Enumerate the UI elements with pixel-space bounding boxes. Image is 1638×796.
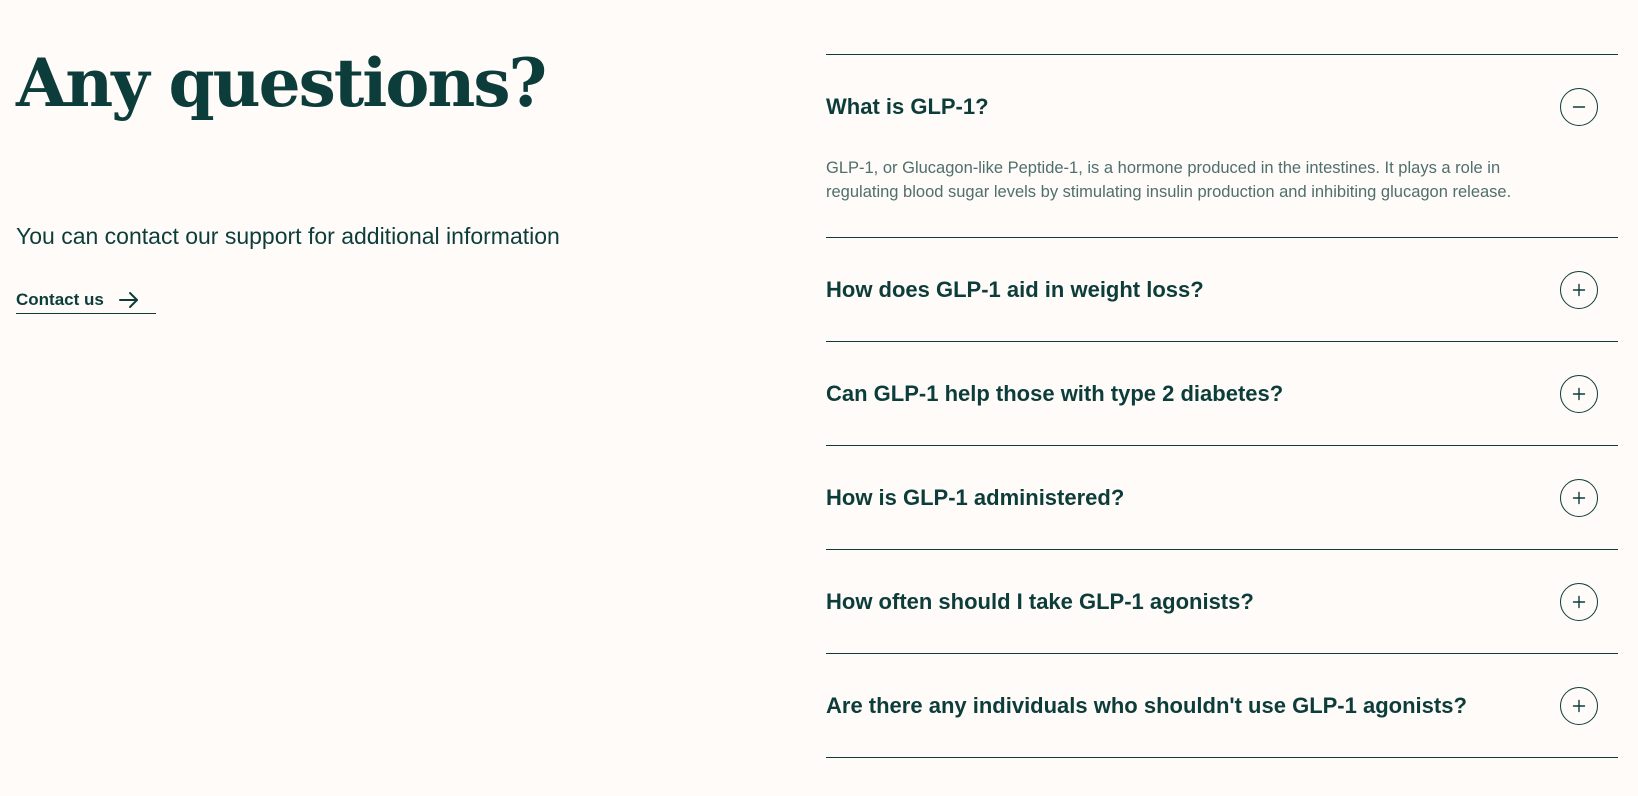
plus-circle-icon[interactable] [1560, 270, 1598, 309]
faq-question: What is GLP-1? [826, 93, 989, 119]
plus-circle-icon[interactable] [1560, 478, 1598, 517]
faq-question: Are there any individuals who shouldn't … [826, 692, 1467, 718]
faq-question-button[interactable]: Can GLP-1 help those with type 2 diabete… [826, 342, 1618, 445]
faq-question-button[interactable]: What is GLP-1? [826, 55, 1618, 158]
faq-question-button[interactable]: How is GLP-1 administered? [826, 446, 1618, 549]
plus-circle-icon[interactable] [1560, 374, 1598, 413]
support-description: You can contact our support for addition… [16, 223, 560, 249]
plus-circle-icon[interactable] [1560, 686, 1598, 725]
page-title: Any questions? [16, 44, 547, 122]
faq-item: Are there any individuals who shouldn't … [826, 654, 1618, 758]
faq-question-button[interactable]: How does GLP-1 aid in weight loss? [826, 238, 1618, 341]
faq-item: Can GLP-1 help those with type 2 diabete… [826, 342, 1618, 446]
arrow-right-icon [118, 290, 140, 310]
faq-question: How is GLP-1 administered? [826, 484, 1125, 510]
contact-us-link[interactable]: Contact us [16, 286, 156, 314]
faq-accordion: What is GLP-1? GLP-1, or Glucagon-like P… [826, 54, 1618, 758]
faq-item: How often should I take GLP-1 agonists? [826, 550, 1618, 654]
faq-question-button[interactable]: Are there any individuals who shouldn't … [826, 654, 1618, 757]
faq-item: What is GLP-1? GLP-1, or Glucagon-like P… [826, 55, 1618, 238]
faq-question: How often should I take GLP-1 agonists? [826, 588, 1254, 614]
faq-item: How does GLP-1 aid in weight loss? [826, 238, 1618, 342]
faq-question: How does GLP-1 aid in weight loss? [826, 276, 1204, 302]
faq-answer: GLP-1, or Glucagon-like Peptide-1, is a … [826, 159, 1512, 201]
contact-us-label: Contact us [16, 289, 104, 309]
faq-item: How is GLP-1 administered? [826, 446, 1618, 550]
faq-question: Can GLP-1 help those with type 2 diabete… [826, 380, 1284, 406]
minus-circle-icon[interactable] [1560, 87, 1598, 126]
plus-circle-icon[interactable] [1560, 582, 1598, 621]
faq-question-button[interactable]: How often should I take GLP-1 agonists? [826, 550, 1618, 653]
